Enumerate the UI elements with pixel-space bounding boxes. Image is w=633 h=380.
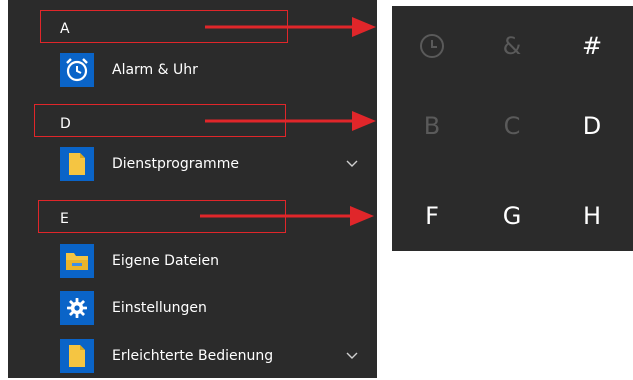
letter-jump-grid: & # B C D F G H: [392, 6, 633, 251]
annotation-arrow: [205, 111, 376, 131]
annotation-arrow: [200, 206, 374, 226]
jump-cell-f[interactable]: F: [392, 176, 472, 256]
jump-cell-d[interactable]: D: [552, 86, 632, 166]
jump-cell-c: C: [503, 112, 521, 140]
jump-cell-recent: [392, 6, 472, 86]
jump-cell-h[interactable]: H: [552, 176, 632, 256]
jump-cell-ampersand: &: [502, 32, 522, 60]
annotation-arrow: [205, 17, 376, 37]
jump-cell-b: B: [423, 112, 441, 140]
clock-icon: [420, 34, 444, 58]
jump-cell-g[interactable]: G: [472, 176, 552, 256]
screenshot-stage: A Alarm & Uhr D Dienstprogramme E Eigene…: [0, 0, 633, 380]
jump-cell-hash[interactable]: #: [552, 6, 632, 86]
